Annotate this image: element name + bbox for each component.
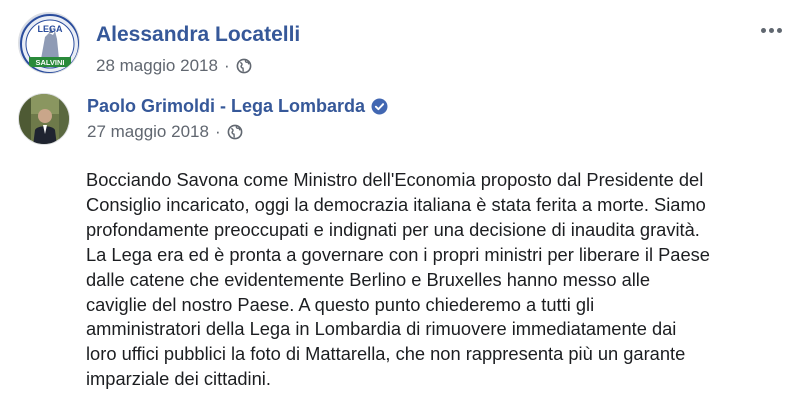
more-dot — [760, 27, 766, 33]
post-text-line: caviglie del nostro Paese. A questo punt… — [86, 293, 595, 315]
post-text-line: Bocciando Savona come Ministro dell'Econ… — [86, 169, 704, 190]
meta-separator: · — [214, 122, 221, 141]
post-text-line: imparziale dei cittadini. — [86, 368, 271, 390]
post-text-line: amministratori della Lega in Lombardia d… — [86, 318, 677, 340]
post-text-line: profondamente preoccupati e indignati pe… — [86, 218, 700, 240]
logo-top-text: LEGA — [37, 24, 63, 34]
author-photo — [19, 94, 69, 144]
lega-salvini-logo: LEGA SALVINI — [19, 13, 79, 73]
meta-separator: · — [223, 56, 230, 75]
author-name-text[interactable]: Paolo Grimoldi - Lega Lombarda — [87, 95, 365, 117]
facebook-post: LEGA SALVINI Alessandra Locatelli 28 mag… — [0, 0, 800, 416]
original-post-date[interactable]: 27 maggio 2018 — [87, 121, 209, 143]
post-text-line: dalle catene che evidentemente Berlino e… — [86, 268, 651, 290]
sharer-post-date[interactable]: 28 maggio 2018 — [96, 55, 218, 77]
globe-icon[interactable] — [227, 124, 243, 140]
post-text-line: La Lega era ed è pronta a governare con … — [86, 243, 710, 265]
more-dot — [768, 27, 774, 33]
author-name[interactable]: Paolo Grimoldi - Lega Lombarda — [87, 95, 388, 117]
post-text-line: loro uffici pubblici la foto di Mattarel… — [86, 343, 686, 365]
more-options-icon[interactable] — [756, 20, 786, 40]
post-text-line: Consiglio incaricato, oggi la democrazia… — [86, 193, 706, 215]
logo-bottom-text: SALVINI — [35, 58, 64, 67]
author-avatar[interactable] — [18, 93, 70, 145]
globe-icon[interactable] — [236, 58, 252, 74]
verified-badge-icon — [371, 98, 388, 114]
post-text: Bocciando Savona come Ministro dell'Econ… — [86, 168, 786, 392]
author-meta: 27 maggio 2018 · — [87, 121, 243, 143]
more-dot — [776, 27, 782, 33]
sharer-name[interactable]: Alessandra Locatelli — [96, 22, 300, 48]
sharer-meta: 28 maggio 2018 · — [96, 55, 252, 77]
avatar[interactable]: LEGA SALVINI — [18, 12, 80, 74]
